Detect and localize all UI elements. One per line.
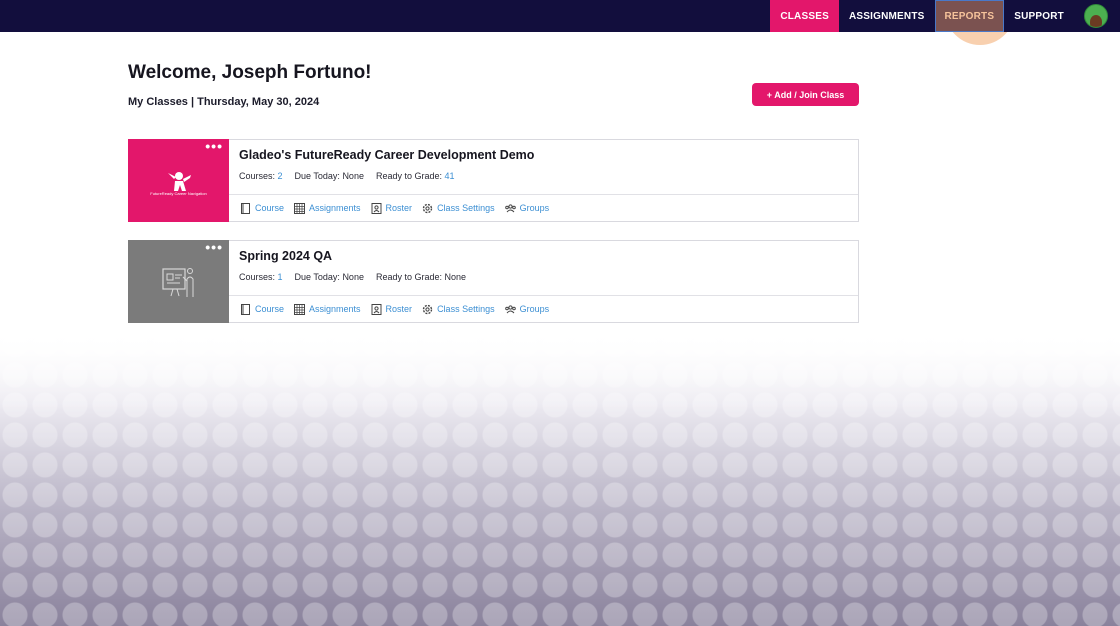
class-meta: Courses: 1 Due Today: None Ready to Grad… <box>239 272 848 282</box>
assignments-action[interactable]: Assignments <box>293 202 361 215</box>
courses-count-link[interactable]: 1 <box>278 272 283 282</box>
class-title[interactable]: Spring 2024 QA <box>239 249 848 263</box>
course-action[interactable]: Course <box>239 202 284 215</box>
class-actions: Course Assignments Roster Class Settings… <box>229 296 858 322</box>
due-today-label: Due Today: <box>294 171 340 181</box>
class-settings-action-label: Class Settings <box>437 203 495 214</box>
class-actions: Course Assignments Roster Class Settings… <box>229 195 858 221</box>
class-meta: Courses: 2 Due Today: None Ready to Grad… <box>239 171 848 181</box>
due-today-value: None <box>342 171 364 181</box>
main-content: Welcome, Joseph Fortuno! My Classes | Th… <box>128 62 859 323</box>
course-action-label: Course <box>255 203 285 214</box>
nav-assignments[interactable]: ASSIGNMENTS <box>839 0 935 32</box>
courses-label: Courses: <box>239 171 276 181</box>
class-settings-action[interactable]: Class Settings <box>421 202 495 215</box>
groups-action[interactable]: Groups <box>504 303 550 316</box>
roster-icon <box>371 202 382 214</box>
page-subtitle: My Classes | Thursday, May 30, 2024 <box>128 96 320 108</box>
gear-icon <box>422 304 433 314</box>
groups-action[interactable]: Groups <box>504 202 550 215</box>
class-settings-action-label: Class Settings <box>437 304 495 315</box>
groups-icon <box>504 204 516 213</box>
more-options-icon[interactable]: ••• <box>205 139 223 153</box>
assignments-action-label: Assignments <box>309 203 361 214</box>
class-card: ••• FutureReady Career Navigation Gladeo… <box>128 139 859 222</box>
due-today-label: Due Today: <box>294 272 340 282</box>
groups-action-label: Groups <box>519 203 550 214</box>
course-action[interactable]: Course <box>239 303 284 316</box>
nav-support[interactable]: SUPPORT <box>1004 0 1074 32</box>
welcome-heading: Welcome, Joseph Fortuno! <box>128 62 372 83</box>
roster-action[interactable]: Roster <box>370 303 413 316</box>
calendar-icon <box>294 303 306 315</box>
class-thumbnail[interactable]: ••• FutureReady Career Navigation <box>128 139 229 222</box>
roster-action-label: Roster <box>385 203 413 214</box>
ready-to-grade-label: Ready to Grade: <box>375 171 442 181</box>
book-icon <box>241 303 250 315</box>
ready-to-grade-link[interactable]: 41 <box>445 171 455 181</box>
groups-icon <box>504 305 516 314</box>
class-title[interactable]: Gladeo's FutureReady Career Development … <box>239 148 848 162</box>
book-icon <box>241 202 250 214</box>
course-action-label: Course <box>255 304 285 315</box>
groups-action-label: Groups <box>519 304 550 315</box>
courses-label: Courses: <box>239 272 276 282</box>
thumbnail-caption: FutureReady Career Navigation <box>150 191 207 196</box>
background-pattern <box>0 330 1120 626</box>
nav-classes[interactable]: CLASSES <box>770 0 839 32</box>
more-options-icon[interactable]: ••• <box>205 240 223 254</box>
class-card: ••• Spring 2024 QA Courses: 1 Due Today:… <box>128 240 859 323</box>
avatar-face-icon <box>1090 15 1102 27</box>
add-join-class-button[interactable]: + Add / Join Class <box>752 83 859 106</box>
calendar-icon <box>294 202 306 214</box>
user-avatar[interactable] <box>1084 4 1108 28</box>
top-navigation: CLASSES ASSIGNMENTS REPORTS SUPPORT <box>0 0 1120 32</box>
roster-icon <box>371 303 382 315</box>
ready-to-grade-value: None <box>444 272 467 282</box>
roster-action-label: Roster <box>385 304 413 315</box>
ready-to-grade-label: Ready to Grade: <box>375 272 442 282</box>
courses-count-link[interactable]: 2 <box>278 171 283 181</box>
class-settings-action[interactable]: Class Settings <box>421 303 495 316</box>
assignments-action-label: Assignments <box>309 304 361 315</box>
assignments-action[interactable]: Assignments <box>293 303 361 316</box>
nav-reports[interactable]: REPORTS <box>934 0 1005 32</box>
roster-action[interactable]: Roster <box>370 202 413 215</box>
presentation-board-icon <box>161 267 193 297</box>
gear-icon <box>422 203 433 213</box>
due-today-value: None <box>342 272 364 282</box>
class-thumbnail[interactable]: ••• <box>128 240 229 323</box>
